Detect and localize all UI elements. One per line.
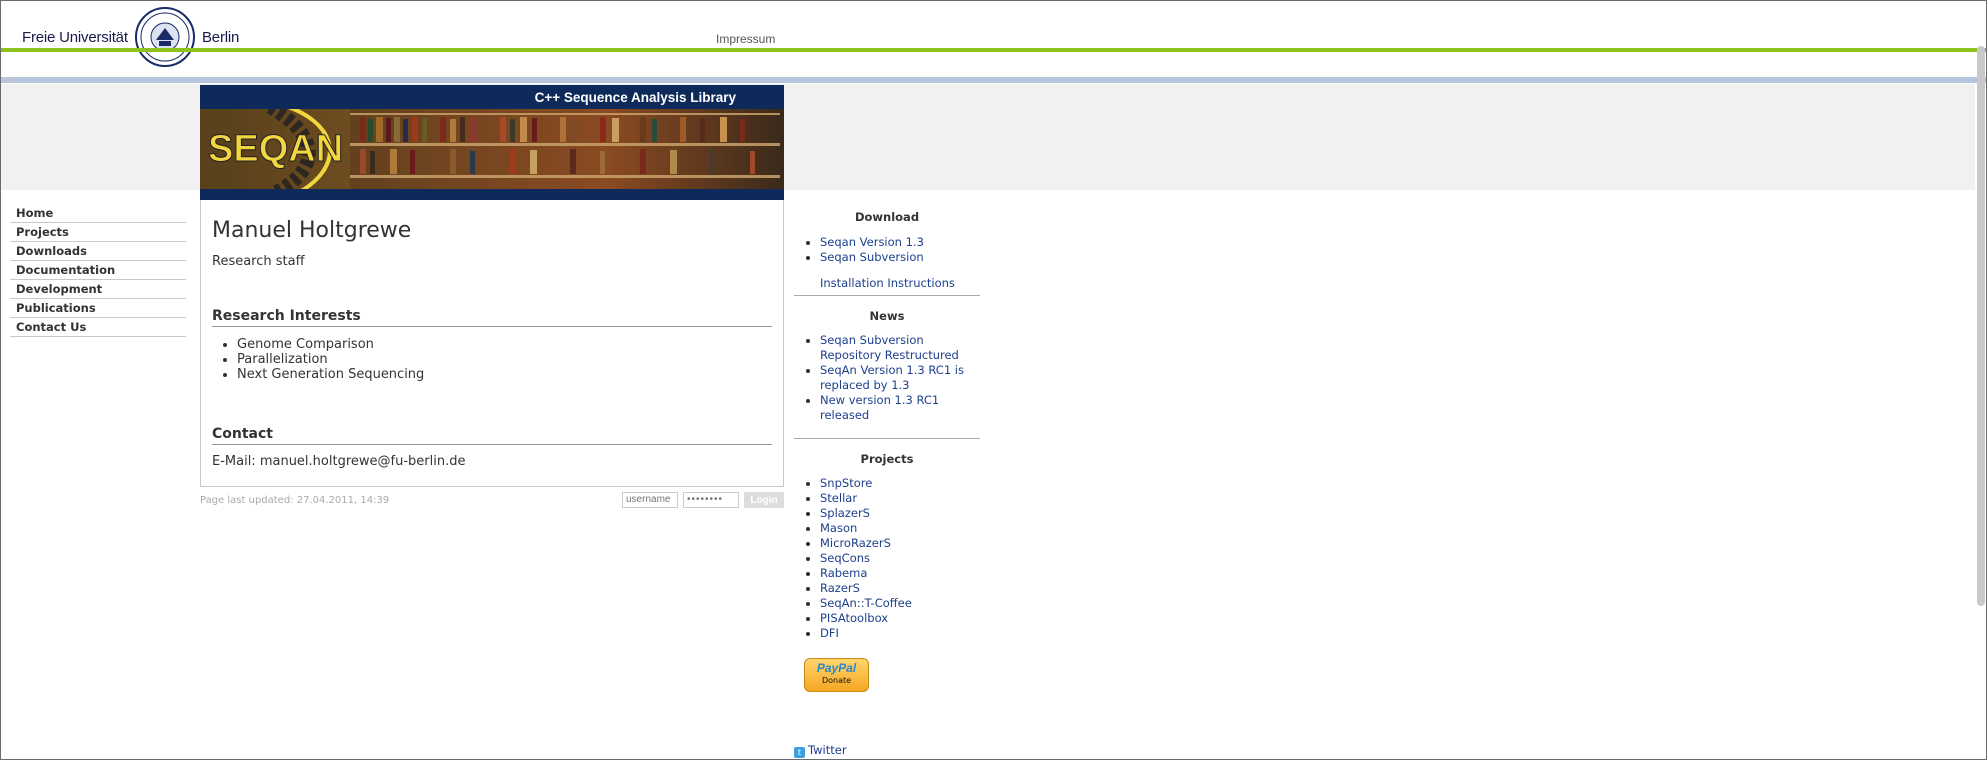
sidebar-divider (794, 438, 980, 439)
project-link[interactable]: SplazerS (820, 506, 870, 520)
list-item: SeqAn::T-Coffee (820, 596, 1000, 611)
list-item: Seqan Subversion (820, 250, 1000, 265)
nav-item-documentation[interactable]: Documentation (10, 261, 186, 280)
project-link[interactable]: SnpStore (820, 476, 872, 490)
nav-item-development[interactable]: Development (10, 280, 186, 299)
list-item: Seqan Subversion Repository Restructured (820, 333, 970, 363)
news-link[interactable]: SeqAn Version 1.3 RC1 is replaced by 1.3 (820, 363, 964, 392)
nav-item-publications[interactable]: Publications (10, 299, 186, 318)
page-title: Manuel Holtgrewe (212, 218, 412, 243)
impressum-link[interactable]: Impressum (716, 32, 775, 46)
green-divider (0, 48, 1987, 52)
list-item: RazerS (820, 581, 1000, 596)
list-item: Parallelization (237, 352, 424, 367)
twitter-label: Twitter (808, 743, 847, 757)
project-link[interactable]: Mason (820, 521, 857, 535)
nav-item-projects[interactable]: Projects (10, 223, 186, 242)
library-banner-image: SEQAN (200, 109, 784, 200)
left-nav: Home Projects Downloads Documentation De… (10, 204, 186, 337)
list-item: SnpStore (820, 476, 1000, 491)
news-link[interactable]: Seqan Subversion Repository Restructured (820, 333, 959, 362)
email-line[interactable]: E-Mail: manuel.holtgrewe@fu-berlin.de (212, 454, 465, 469)
contact-heading: Contact (212, 426, 772, 445)
banner-logo-text: SEQAN (208, 128, 343, 170)
project-link[interactable]: SeqCons (820, 551, 870, 565)
password-input[interactable] (683, 492, 739, 508)
list-item: Mason (820, 521, 1000, 536)
project-link[interactable]: PISAtoolbox (820, 611, 888, 625)
installation-link[interactable]: Installation Instructions (820, 276, 955, 290)
fu-logo-word-1: Freie Universität (22, 29, 128, 46)
list-item: Seqan Version 1.3 (820, 235, 1000, 250)
projects-list: SnpStore Stellar SplazerS Mason MicroRaz… (794, 476, 1000, 641)
list-item: SeqCons (820, 551, 1000, 566)
download-heading: Download (854, 210, 920, 224)
blue-divider (0, 77, 1987, 83)
interests-list: Genome Comparison Parallelization Next G… (237, 337, 424, 382)
project-link[interactable]: DFI (820, 626, 839, 640)
project-link[interactable]: RazerS (820, 581, 860, 595)
nav-item-downloads[interactable]: Downloads (10, 242, 186, 261)
nav-item-home[interactable]: Home (10, 204, 186, 223)
nav-item-contact-us[interactable]: Contact Us (10, 318, 186, 337)
fu-logo[interactable]: Freie Universität Berlin (22, 6, 252, 70)
donate-label: Donate (821, 676, 852, 685)
download-list: Seqan Version 1.3 Seqan Subversion (794, 235, 1000, 265)
list-item: Rabema (820, 566, 1000, 581)
download-link[interactable]: Seqan Subversion (820, 250, 924, 264)
profile-content: Manuel Holtgrewe Research staff Research… (200, 200, 784, 487)
list-item: DFI (820, 626, 1000, 641)
list-item: SeqAn Version 1.3 RC1 is replaced by 1.3 (820, 363, 970, 393)
project-link[interactable]: Stellar (820, 491, 857, 505)
last-updated: Page last updated: 27.04.2011, 14:39 (200, 495, 390, 506)
twitter-icon: t (794, 747, 805, 758)
paypal-logo: PayPal (816, 661, 857, 675)
username-input[interactable] (622, 492, 678, 508)
list-item: Next Generation Sequencing (237, 367, 424, 382)
fu-header: Freie Universität Berlin Impressum (0, 0, 1987, 84)
scrollbar[interactable] (1977, 46, 1985, 606)
list-item: PISAtoolbox (820, 611, 1000, 626)
project-link[interactable]: Rabema (820, 566, 867, 580)
sidebar-divider (794, 295, 980, 296)
projects-heading: Projects (860, 452, 914, 466)
project-link[interactable]: SeqAn::T-Coffee (820, 596, 912, 610)
fu-seal-icon (135, 7, 195, 67)
list-item: MicroRazerS (820, 536, 1000, 551)
news-link[interactable]: New version 1.3 RC1 released (820, 393, 939, 422)
banner-tagline: C++ Sequence Analysis Library (534, 90, 736, 105)
seqan-banner[interactable]: C++ Sequence Analysis Library SEQAN (200, 85, 784, 200)
list-item: SplazerS (820, 506, 1000, 521)
download-link[interactable]: Seqan Version 1.3 (820, 235, 924, 249)
research-interests-heading: Research Interests (212, 308, 772, 327)
project-link[interactable]: MicroRazerS (820, 536, 891, 550)
login-button[interactable]: Login (744, 492, 784, 508)
list-item: Stellar (820, 491, 1000, 506)
list-item: Genome Comparison (237, 337, 424, 352)
twitter-link[interactable]: t Twitter (794, 743, 847, 758)
news-list: Seqan Subversion Repository Restructured… (794, 333, 970, 423)
profile-role: Research staff (212, 254, 305, 269)
news-heading: News (869, 309, 905, 323)
list-item: New version 1.3 RC1 released (820, 393, 970, 423)
paypal-donate-button[interactable]: PayPal Donate (804, 658, 869, 692)
fu-logo-word-2: Berlin (202, 29, 240, 46)
